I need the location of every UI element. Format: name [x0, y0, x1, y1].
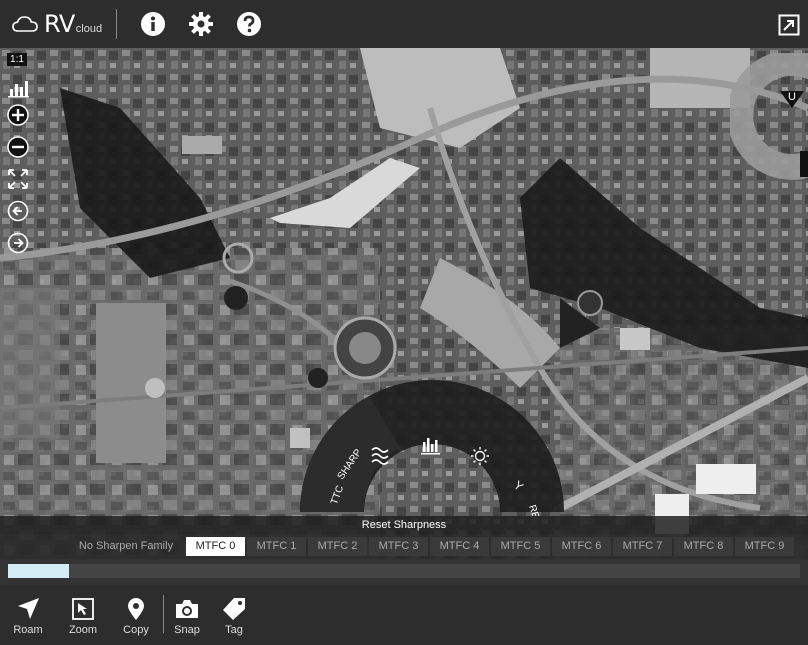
snap-label: Snap	[174, 624, 200, 636]
compass-widget[interactable]: U	[730, 53, 808, 183]
tag-label: Tag	[225, 624, 243, 636]
forward-icon[interactable]	[7, 232, 29, 254]
zoom-box-icon	[72, 598, 94, 620]
mtfc-progress-strip	[0, 559, 808, 585]
fit-extent-icon[interactable]	[7, 168, 29, 190]
mtfc-item-3[interactable]: MTFC 3	[369, 537, 428, 556]
mtfc-item-4[interactable]: MTFC 4	[430, 537, 489, 556]
mtfc-item-0[interactable]: MTFC 0	[186, 537, 245, 556]
histogram-icon[interactable]	[7, 76, 29, 98]
help-button[interactable]	[236, 11, 262, 37]
tag-icon	[223, 598, 245, 620]
mtfc-item-7[interactable]: MTFC 7	[613, 537, 672, 556]
mtfc-slider-track[interactable]	[8, 564, 800, 578]
copy-button[interactable]: Copy	[116, 597, 156, 636]
navigate-arrow-icon	[18, 598, 39, 619]
snap-button[interactable]: Snap	[167, 597, 207, 636]
tag-button[interactable]: Tag	[214, 597, 254, 636]
external-link-button[interactable]	[778, 14, 800, 36]
mtfc-item-9[interactable]: MTFC 9	[735, 537, 794, 556]
toolbar-divider	[163, 595, 164, 633]
cloud-icon	[12, 16, 38, 32]
mtfc-item-2[interactable]: MTFC 2	[308, 537, 367, 556]
roam-label: Roam	[13, 624, 43, 636]
top-toolbar: RV cloud	[0, 0, 808, 48]
app-logo: RV cloud	[12, 10, 102, 38]
mtfc-item-8[interactable]: MTFC 8	[674, 537, 733, 556]
copy-label: Copy	[123, 624, 149, 636]
settings-button[interactable]	[188, 11, 214, 37]
imagery-viewport[interactable]: 1:1 U TTC SHARP Y Reset Sharpness No Sha…	[0, 48, 808, 585]
mtfc-item-5[interactable]: MTFC 5	[491, 537, 550, 556]
info-icon	[141, 12, 166, 36]
camera-icon	[176, 600, 198, 618]
scale-badge: 1:1	[7, 53, 27, 66]
mtfc-item-no-sharpen[interactable]: No Sharpen Family	[70, 537, 182, 556]
roam-button[interactable]: Roam	[8, 597, 48, 636]
compass-label: U	[788, 91, 796, 103]
app-window: RV cloud 1:1 U TTC SHARP Y Reset Sharpne…	[0, 0, 808, 645]
info-button[interactable]	[140, 11, 166, 37]
zoom-out-icon[interactable]	[7, 136, 29, 158]
back-icon[interactable]	[7, 200, 29, 222]
radial-menu: TTC SHARP Y RESET	[300, 380, 564, 516]
mtfc-selector: No Sharpen Family MTFC 0 MTFC 1 MTFC 2 M…	[0, 534, 808, 559]
toolbar-divider	[116, 9, 118, 39]
help-icon	[237, 12, 262, 36]
zoom-in-icon[interactable]	[7, 104, 29, 126]
zoom-button[interactable]: Zoom	[63, 597, 103, 636]
mtfc-slider-fill	[8, 564, 69, 578]
mtfc-item-1[interactable]: MTFC 1	[247, 537, 306, 556]
bottom-toolbar: Roam Zoom Copy Snap Tag	[0, 585, 808, 645]
logo-main-text: RV	[44, 10, 75, 38]
zoom-label: Zoom	[68, 624, 98, 636]
reset-sharpness-label: Reset Sharpness	[0, 516, 808, 534]
logo-sub-text: cloud	[75, 23, 103, 35]
settings-icon	[189, 12, 214, 36]
external-link-icon	[778, 14, 800, 36]
pin-icon	[128, 598, 144, 620]
mtfc-item-6[interactable]: MTFC 6	[552, 537, 611, 556]
